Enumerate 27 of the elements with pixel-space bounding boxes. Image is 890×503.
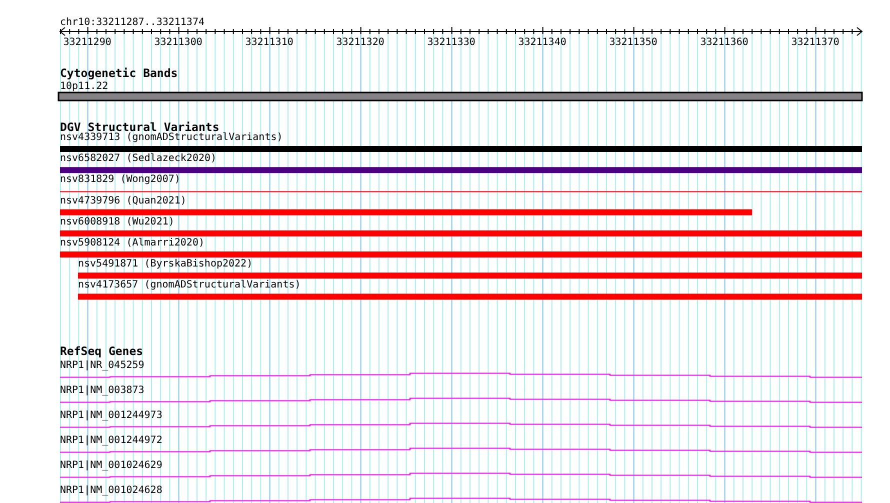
tick-label: 33211290 <box>63 37 112 48</box>
variant-label: nsv5908124 (Almarri2020) <box>60 238 204 248</box>
variant-label: nsv831829 (Wong2007) <box>60 174 180 186</box>
tick-label: 33211370 <box>791 37 840 48</box>
track-title: RefSeq Genes <box>60 344 144 358</box>
variant-label: nsv5491871 (ByrskaBishop2022) <box>78 258 253 270</box>
gene-label: NRP1|NM_001024628 <box>60 484 162 496</box>
track-title: Cytogenetic Bands <box>60 66 178 80</box>
tick-label: 33211320 <box>336 37 384 48</box>
variant-label: nsv4739796 (Quan2021) <box>60 195 186 206</box>
gene-label: NRP1|NM_001244972 <box>60 434 162 446</box>
tick-label: 33211350 <box>609 37 658 48</box>
tick-label: 33211310 <box>245 37 294 48</box>
variant-label: nsv4173657 (gnomADStructuralVariants) <box>78 280 301 291</box>
tick-label: 33211330 <box>427 37 476 48</box>
band-label: 10p11.22 <box>60 81 108 92</box>
tick-label: 33211300 <box>154 37 202 48</box>
gene-label: NRP1|NR_045259 <box>60 360 144 371</box>
gene-label: NRP1|NM_003873 <box>60 384 144 396</box>
gene-label: NRP1|NM_001244973 <box>60 410 162 421</box>
variant-label: nsv6008918 (Wu2021) <box>60 216 174 228</box>
tick-label: 33211340 <box>518 37 566 48</box>
gene-label: NRP1|NM_001024629 <box>60 460 162 471</box>
variant-label: nsv4339713 (gnomADStructuralVariants) <box>60 132 283 143</box>
tick-label: 33211360 <box>700 37 748 48</box>
location-label: chr10:33211287..33211374 <box>60 17 204 28</box>
variant-label: nsv6582027 (Sedlazeck2020) <box>60 153 217 164</box>
